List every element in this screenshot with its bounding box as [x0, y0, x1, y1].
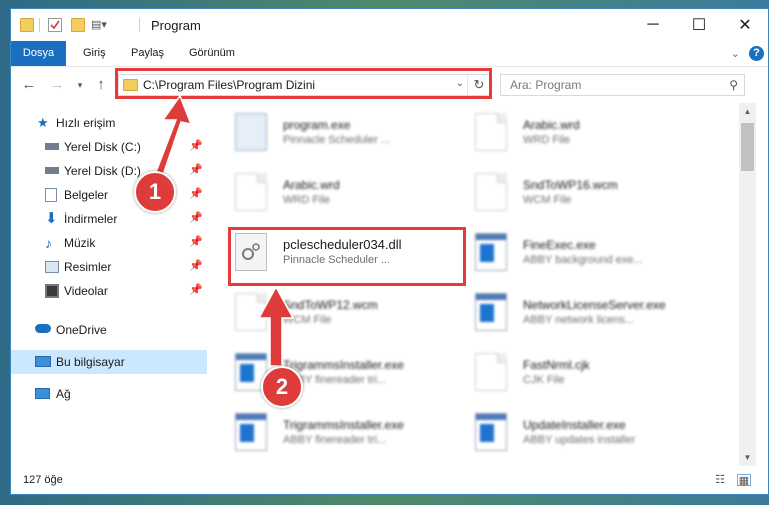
step-2-callout: 2: [261, 366, 303, 408]
arrow-2-icon: [257, 285, 295, 367]
arrow-1-icon: [155, 94, 193, 177]
step-1-callout: 1: [134, 171, 176, 213]
annotation-arrows: [155, 94, 295, 367]
